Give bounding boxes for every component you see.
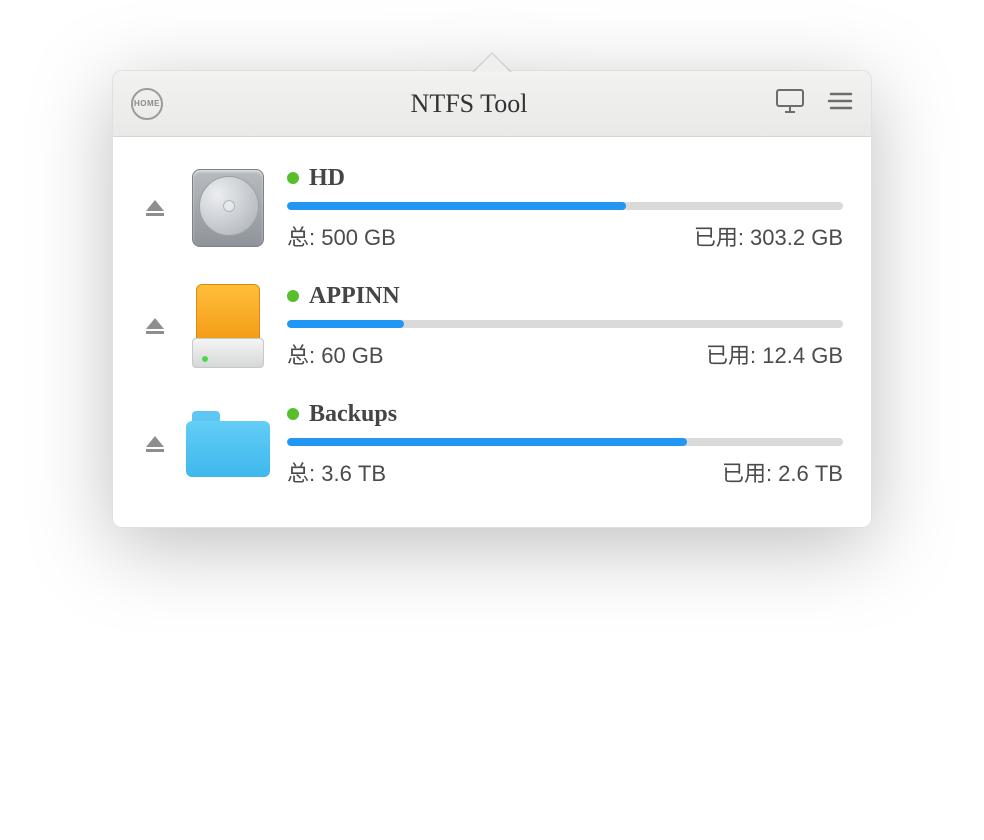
usage-bar (287, 320, 843, 328)
drive-icon-container (183, 399, 273, 489)
status-dot-icon (287, 408, 299, 420)
total-label: 总: 3.6 TB (287, 456, 386, 488)
drive-name: HD (309, 165, 345, 192)
total-label: 总: 500 GB (287, 220, 396, 252)
drive-info: Backups 总: 3.6 TB 已用: 2.6 TB (287, 401, 843, 488)
eject-button[interactable] (135, 197, 175, 219)
used-label: 已用: 303.2 GB (694, 220, 843, 252)
drive-info: HD 总: 500 GB 已用: 303.2 GB (287, 165, 843, 252)
menu-icon[interactable] (827, 90, 853, 117)
usage-bar (287, 202, 843, 210)
drive-icon-container (183, 281, 273, 371)
drive-stats: 总: 60 GB 已用: 12.4 GB (287, 338, 843, 370)
status-dot-icon (287, 172, 299, 184)
app-title: NTFS Tool (411, 89, 528, 119)
drive-info: APPINN 总: 60 GB 已用: 12.4 GB (287, 283, 843, 370)
external-drive-icon (192, 284, 264, 368)
usage-bar-fill (287, 438, 687, 446)
drive-stats: 总: 500 GB 已用: 303.2 GB (287, 220, 843, 252)
home-button[interactable]: HOME (131, 88, 163, 120)
popover-window: HOME NTFS Tool (112, 70, 872, 528)
eject-button[interactable] (135, 433, 175, 455)
drive-list: HD 总: 500 GB 已用: 303.2 GB APPINN (113, 137, 871, 527)
drive-icon-container (183, 163, 273, 253)
hdd-icon (192, 169, 264, 247)
folder-icon (186, 411, 270, 477)
used-label: 已用: 2.6 TB (722, 456, 843, 488)
home-button-label: HOME (134, 99, 160, 108)
drive-name: APPINN (309, 283, 400, 310)
header-right-icons (775, 88, 853, 119)
drive-row[interactable]: Backups 总: 3.6 TB 已用: 2.6 TB (113, 383, 871, 501)
titlebar: HOME NTFS Tool (113, 71, 871, 137)
popover-arrow (474, 54, 510, 72)
used-label: 已用: 12.4 GB (706, 338, 843, 370)
drive-row[interactable]: APPINN 总: 60 GB 已用: 12.4 GB (113, 265, 871, 383)
drive-name-row: HD (287, 165, 843, 192)
total-label: 总: 60 GB (287, 338, 384, 370)
usage-bar-fill (287, 202, 626, 210)
drive-name: Backups (309, 401, 397, 428)
drive-row[interactable]: HD 总: 500 GB 已用: 303.2 GB (113, 147, 871, 265)
status-dot-icon (287, 290, 299, 302)
drive-name-row: Backups (287, 401, 843, 428)
usage-bar-fill (287, 320, 404, 328)
drive-name-row: APPINN (287, 283, 843, 310)
drive-stats: 总: 3.6 TB 已用: 2.6 TB (287, 456, 843, 488)
display-icon[interactable] (775, 88, 805, 119)
usage-bar (287, 438, 843, 446)
eject-button[interactable] (135, 315, 175, 337)
popover: HOME NTFS Tool (112, 70, 872, 528)
